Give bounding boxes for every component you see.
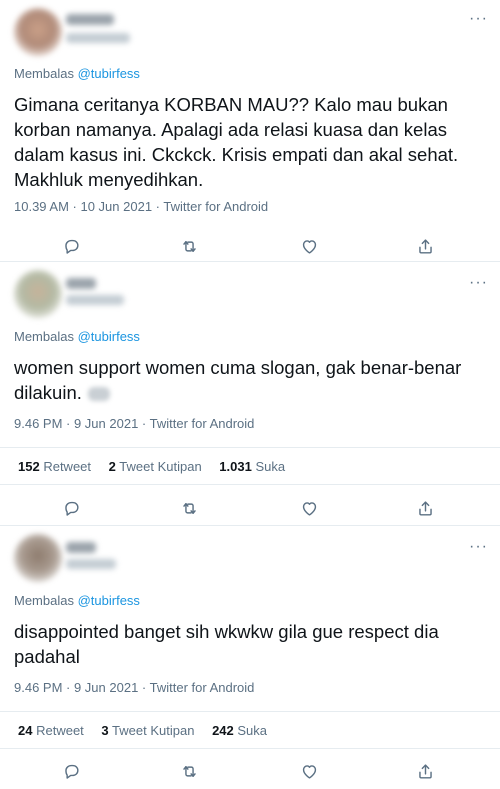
more-icon[interactable]: ···: [469, 11, 488, 27]
share-icon[interactable]: [411, 494, 439, 522]
tweet-text: disappointed banget sih wkwkw gila gue r…: [14, 621, 439, 667]
reply-icon[interactable]: [57, 757, 85, 785]
reply-context: Membalas @tubirfess: [14, 593, 140, 608]
retweet-icon[interactable]: [175, 494, 203, 522]
like-icon[interactable]: [295, 494, 323, 522]
quote-count[interactable]: 2 Tweet Kutipan: [109, 459, 202, 474]
like-icon[interactable]: [295, 232, 323, 260]
reply-context: Membalas @tubirfess: [14, 329, 140, 344]
more-icon[interactable]: ···: [469, 275, 488, 291]
emoji-redacted: [87, 387, 110, 402]
tweet-timestamp[interactable]: 10.39 AM · 10 Jun 2021 · Twitter for And…: [14, 199, 268, 214]
avatar[interactable]: [14, 534, 62, 582]
display-name-redacted[interactable]: [66, 14, 114, 25]
tweet-2: ··· Membalas @tubirfess women support wo…: [0, 262, 500, 526]
quote-count[interactable]: 3 Tweet Kutipan: [101, 723, 194, 738]
reply-prefix: Membalas: [14, 593, 74, 608]
tweet-3: ··· Membalas @tubirfess disappointed ban…: [0, 526, 500, 789]
retweet-count[interactable]: 24 Retweet: [18, 723, 84, 738]
tweet-timestamp[interactable]: 9.46 PM · 9 Jun 2021 · Twitter for Andro…: [14, 416, 254, 431]
action-bar: [0, 494, 500, 522]
retweet-count[interactable]: 152 Retweet: [18, 459, 91, 474]
more-icon[interactable]: ···: [469, 539, 488, 555]
display-name-redacted[interactable]: [66, 278, 96, 289]
reply-prefix: Membalas: [14, 66, 74, 81]
avatar[interactable]: [14, 270, 62, 318]
reply-icon[interactable]: [57, 494, 85, 522]
share-icon[interactable]: [411, 757, 439, 785]
username-redacted[interactable]: [66, 33, 130, 43]
reply-prefix: Membalas: [14, 329, 74, 344]
reply-mention-link[interactable]: @tubirfess: [78, 593, 140, 608]
retweet-icon[interactable]: [175, 757, 203, 785]
like-count[interactable]: 1.031 Suka: [219, 459, 285, 474]
username-redacted[interactable]: [66, 295, 124, 305]
engagement-stats: 24 Retweet 3 Tweet Kutipan 242 Suka: [0, 711, 500, 749]
tweet-text: Gimana ceritanya KORBAN MAU?? Kalo mau b…: [14, 94, 459, 190]
tweet-text-content: women support women cuma slogan, gak ben…: [14, 357, 462, 403]
action-bar: [0, 232, 500, 260]
display-name-redacted[interactable]: [66, 542, 96, 553]
tweet-1: ··· Membalas @tubirfess Gimana ceritanya…: [0, 0, 500, 262]
avatar[interactable]: [14, 8, 62, 56]
reply-context: Membalas @tubirfess: [14, 66, 140, 81]
tweet-timestamp[interactable]: 9.46 PM · 9 Jun 2021 · Twitter for Andro…: [14, 680, 254, 695]
engagement-stats: 152 Retweet 2 Tweet Kutipan 1.031 Suka: [0, 447, 500, 485]
retweet-icon[interactable]: [175, 232, 203, 260]
reply-icon[interactable]: [57, 232, 85, 260]
like-icon[interactable]: [295, 757, 323, 785]
like-count[interactable]: 242 Suka: [212, 723, 267, 738]
action-bar: [0, 757, 500, 785]
share-icon[interactable]: [411, 232, 439, 260]
reply-mention-link[interactable]: @tubirfess: [78, 66, 140, 81]
username-redacted[interactable]: [66, 559, 116, 569]
reply-mention-link[interactable]: @tubirfess: [78, 329, 140, 344]
tweet-text: women support women cuma slogan, gak ben…: [14, 355, 484, 405]
